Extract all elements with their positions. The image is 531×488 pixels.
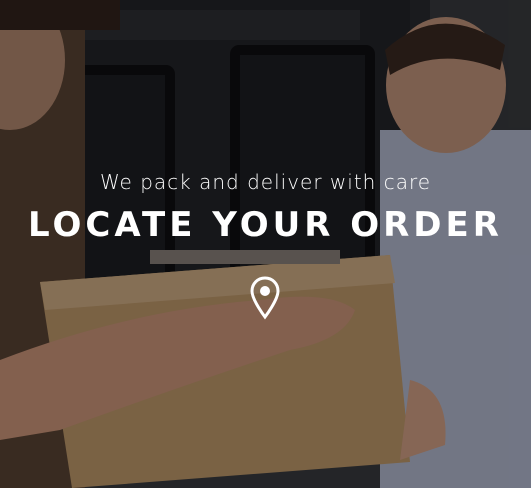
map-pin-icon[interactable] [249, 276, 281, 320]
hero-banner: We pack and deliver with care LOCATE YOU… [0, 0, 531, 488]
hero-subtitle: We pack and deliver with care [99, 170, 432, 194]
hero-title: LOCATE YOUR ORDER [28, 205, 503, 245]
